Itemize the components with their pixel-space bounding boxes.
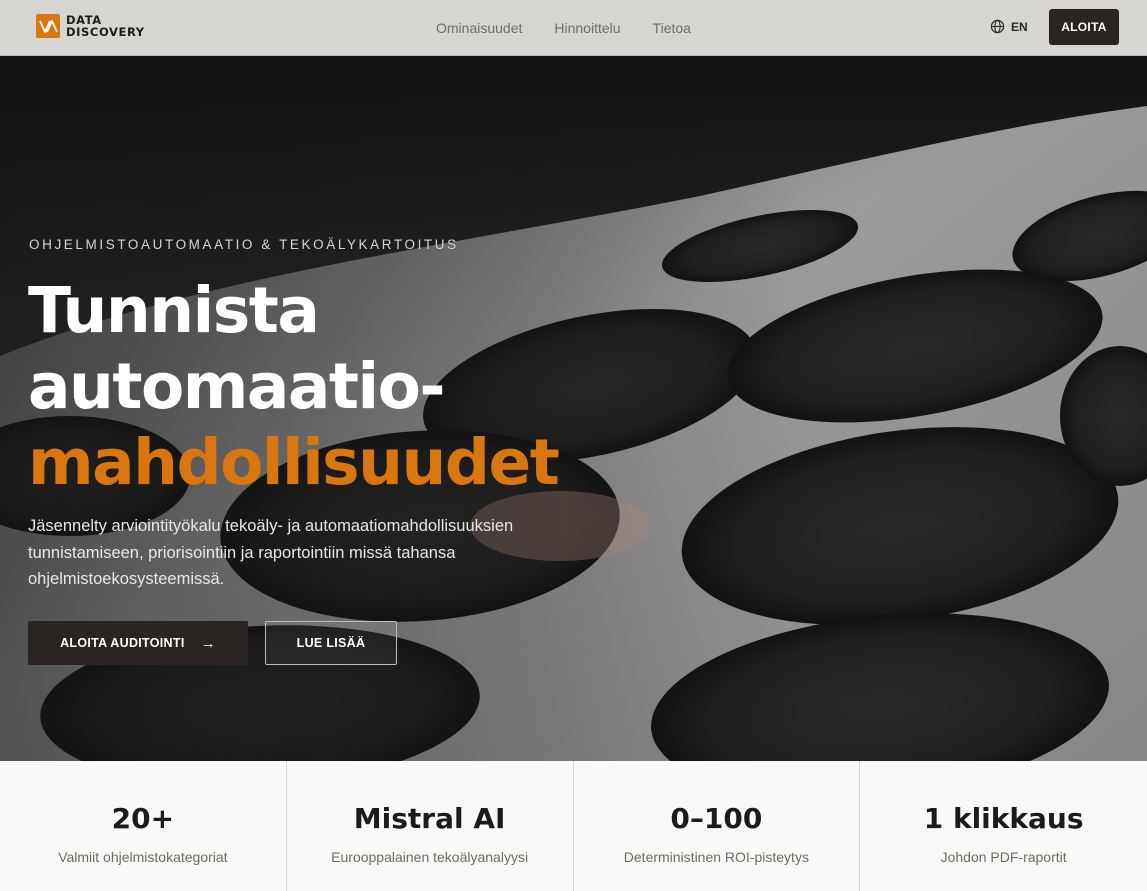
- stats-bar: 20+ Valmiit ohjelmistokategoriat Mistral…: [0, 761, 1147, 891]
- stat-label: Eurooppalainen tekoälyanalyysi: [331, 849, 529, 865]
- nav-links: Ominaisuudet Hinnoittelu Tietoa: [436, 0, 723, 56]
- hero-section: OHJELMISTOAUTOMAATIO & TEKOÄLYKARTOITUS …: [0, 56, 1147, 761]
- start-button[interactable]: ALOITA: [1049, 9, 1119, 45]
- hero-eyebrow: OHJELMISTOAUTOMAATIO & TEKOÄLYKARTOITUS: [29, 237, 459, 252]
- brand-logo[interactable]: DATA DISCOVERY: [36, 14, 145, 38]
- headline-line-2: automaatio-: [28, 350, 446, 423]
- hero-headline: Tunnista automaatio- mahdollisuudet: [28, 273, 560, 501]
- headline-accent: mahdollisuudet: [28, 426, 560, 499]
- stat-value: 20+: [111, 802, 175, 835]
- hero-lead: Jäsennelty arviointityökalu tekoäly- ja …: [28, 517, 514, 588]
- stat-item: 0–100 Deterministinen ROI-pisteytys: [574, 761, 861, 891]
- stat-label: Johdon PDF-raportit: [940, 849, 1067, 865]
- stat-value: Mistral AI: [353, 802, 506, 835]
- language-label: EN: [1011, 19, 1028, 34]
- nav-link-about[interactable]: Tietoa: [653, 20, 691, 36]
- start-audit-button[interactable]: ALOITA AUDITOINTI →: [28, 621, 248, 665]
- nav-link-features[interactable]: Ominaisuudet: [436, 20, 522, 36]
- globe-icon: [990, 19, 1005, 34]
- top-navigation: DATA DISCOVERY Ominaisuudet Hinnoittelu …: [0, 0, 1147, 56]
- language-switcher[interactable]: EN: [990, 19, 1028, 34]
- read-more-button[interactable]: LUE LISÄÄ: [265, 621, 397, 665]
- stat-item: Mistral AI Eurooppalainen tekoälyanalyys…: [287, 761, 574, 891]
- start-audit-label: ALOITA AUDITOINTI: [60, 636, 185, 650]
- nav-link-pricing[interactable]: Hinnoittelu: [554, 20, 620, 36]
- stat-item: 20+ Valmiit ohjelmistokategoriat: [0, 761, 287, 891]
- stat-label: Valmiit ohjelmistokategoriat: [58, 849, 228, 865]
- arrow-right-icon: →: [200, 634, 216, 652]
- brand-name-line-2: DISCOVERY: [66, 25, 145, 39]
- stat-item: 1 klikkaus Johdon PDF-raportit: [860, 761, 1147, 891]
- stat-label: Deterministinen ROI-pisteytys: [623, 849, 809, 865]
- stat-value: 0–100: [670, 802, 763, 835]
- headline-line-1: Tunnista: [28, 274, 320, 347]
- stat-value: 1 klikkaus: [923, 802, 1084, 835]
- logo-mark-icon: [36, 14, 60, 38]
- brand-name: DATA DISCOVERY: [66, 14, 145, 38]
